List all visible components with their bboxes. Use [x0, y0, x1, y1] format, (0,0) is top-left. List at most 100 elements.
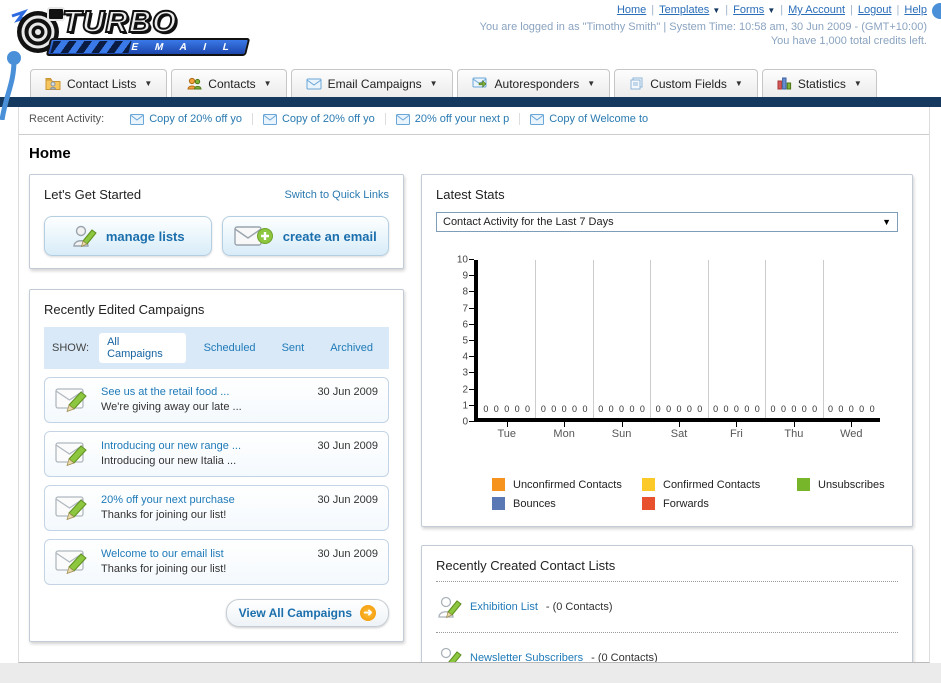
- legend-label: Unconfirmed Contacts: [513, 478, 622, 491]
- nav-link-home[interactable]: Home: [617, 4, 646, 16]
- tab-contacts[interactable]: Contacts ▼: [171, 69, 287, 97]
- x-axis-tick-label: Sat: [670, 428, 688, 440]
- pages-icon: [630, 77, 643, 90]
- tab-custom-fields[interactable]: Custom Fields ▼: [614, 69, 758, 97]
- recently-edited-campaigns-panel: Recently Edited Campaigns SHOW: All Camp…: [29, 289, 404, 642]
- value-label: 0: [744, 404, 750, 414]
- latest-stats-panel: Latest Stats Contact Activity for the La…: [421, 174, 913, 527]
- nav-link-templates[interactable]: Templates: [659, 4, 709, 16]
- value-label: 0: [801, 404, 807, 414]
- get-started-panel: Let's Get Started Switch to Quick Links …: [29, 174, 404, 269]
- x-axis-tick-label: Tue: [497, 428, 516, 440]
- recent-activity-item[interactable]: Copy of Welcome to: [520, 113, 658, 125]
- envelope-pencil-icon: [55, 442, 87, 467]
- x-axis-tick: [736, 422, 738, 427]
- switch-quick-links-link[interactable]: Switch to Quick Links: [284, 189, 389, 201]
- nav-link-help[interactable]: Help: [904, 4, 927, 16]
- y-axis-tick: [469, 388, 474, 390]
- header-right: Home | Templates ▼ | Forms ▼ | My Account | Logo…: [480, 4, 927, 47]
- campaign-title-link[interactable]: 20% off your next purchase: [101, 494, 307, 506]
- y-axis-tick: [469, 340, 474, 341]
- view-all-campaigns-button[interactable]: View All Campaigns ➜: [225, 599, 389, 627]
- nav-link-logout[interactable]: Logout: [858, 4, 892, 16]
- tab-label: Contacts: [208, 76, 256, 91]
- campaign-row[interactable]: 20% off your next purchase Thanks for jo…: [44, 485, 389, 531]
- y-axis-tick-label: 9: [462, 270, 468, 282]
- tab-statistics[interactable]: Statistics ▼: [761, 69, 877, 97]
- campaign-list: See us at the retail food ... We're givi…: [44, 377, 389, 585]
- view-all-campaigns-label: View All Campaigns: [238, 606, 352, 620]
- chart-legend: Unconfirmed Contacts Confirmed Contacts …: [492, 478, 898, 510]
- chevron-down-icon: ▼: [734, 79, 743, 88]
- value-label: 0: [629, 404, 635, 414]
- nav-link-my-account[interactable]: My Account: [788, 4, 845, 16]
- y-axis-tick-label: 10: [456, 254, 468, 266]
- filter-tab-archived[interactable]: Archived: [322, 339, 381, 357]
- legend-item: Bounces: [492, 497, 642, 510]
- main-nav-tabs: Contact Lists ▼ Contacts ▼ Email Campaigns…: [0, 66, 941, 97]
- y-axis-tick-label: 8: [462, 286, 468, 298]
- show-label: SHOW:: [52, 342, 90, 354]
- contact-list-link[interactable]: Exhibition List: [470, 601, 538, 613]
- filter-tab-all-campaigns[interactable]: All Campaigns: [99, 333, 186, 363]
- y-axis-tick-label: 0: [462, 416, 468, 428]
- create-email-button[interactable]: create an email: [221, 216, 389, 256]
- chevron-down-icon: ▼: [882, 217, 891, 227]
- value-label: 0: [619, 404, 625, 414]
- manage-lists-button[interactable]: manage lists: [44, 216, 212, 256]
- chevron-down-icon: ▼: [587, 79, 596, 88]
- tab-email-campaigns[interactable]: Email Campaigns ▼: [290, 69, 453, 97]
- contact-list-row[interactable]: Exhibition List - (0 Contacts): [436, 590, 898, 624]
- stats-dropdown-value: Contact Activity for the Last 7 Days: [443, 216, 614, 228]
- value-label: 0: [608, 404, 614, 414]
- contact-list-count: - (0 Contacts): [591, 652, 658, 663]
- tab-contact-lists[interactable]: Contact Lists ▼: [30, 69, 168, 97]
- envelope-icon: [130, 113, 145, 125]
- x-axis-tick-label: Thu: [784, 428, 804, 440]
- recent-activity-label: Recent Activity:: [29, 113, 105, 125]
- tab-autoresponders[interactable]: Autoresponders ▼: [456, 69, 611, 97]
- legend-item: Forwards: [642, 497, 797, 510]
- value-label: 0: [493, 404, 499, 414]
- value-label: 0: [754, 404, 760, 414]
- legend-swatch: [492, 478, 505, 491]
- legend-item: Unconfirmed Contacts: [492, 478, 642, 491]
- stats-report-dropdown[interactable]: Contact Activity for the Last 7 Days ▼: [436, 212, 898, 232]
- campaign-title-link[interactable]: Welcome to our email list: [101, 548, 307, 560]
- person-pencil-icon: [73, 225, 97, 248]
- campaign-date: 30 Jun 2009: [317, 548, 378, 560]
- contact-list-link[interactable]: Newsletter Subscribers: [470, 652, 583, 662]
- value-label: 0: [827, 404, 833, 414]
- users-icon: [187, 77, 202, 90]
- tab-label: Custom Fields: [650, 76, 727, 91]
- envelope-pencil-icon: [55, 496, 87, 521]
- turbo-email-logo: TURBO E M A I L: [8, 3, 258, 62]
- x-axis-tick-label: Wed: [840, 428, 863, 440]
- contact-list-row[interactable]: Newsletter Subscribers - (0 Contacts): [436, 641, 898, 663]
- legend-label: Forwards: [663, 497, 709, 510]
- value-label: 0: [582, 404, 588, 414]
- value-label: 0: [838, 404, 844, 414]
- y-axis-tick: [469, 372, 474, 374]
- recent-activity-item[interactable]: Copy of 20% off yo: [253, 113, 386, 125]
- value-label: 0: [733, 404, 739, 414]
- decor-blue-dot: [932, 3, 941, 19]
- filter-tab-sent[interactable]: Sent: [274, 339, 313, 357]
- campaign-title-link[interactable]: See us at the retail food ...: [101, 386, 307, 398]
- value-label: 0: [686, 404, 692, 414]
- content-frame: Recent Activity: Copy of 20% off yo Copy…: [18, 107, 930, 663]
- filter-tab-scheduled[interactable]: Scheduled: [196, 339, 264, 357]
- campaign-title-link[interactable]: Introducing our new range ...: [101, 440, 307, 452]
- y-axis-tick-label: 6: [462, 319, 468, 331]
- y-axis-tick-label: 1: [462, 400, 468, 412]
- campaign-row[interactable]: See us at the retail food ... We're givi…: [44, 377, 389, 423]
- recent-activity-item[interactable]: Copy of 20% off yo: [120, 113, 253, 125]
- envelope-pencil-icon: [55, 388, 87, 413]
- nav-link-forms[interactable]: Forms: [733, 4, 764, 16]
- campaign-row[interactable]: Introducing our new range ... Introducin…: [44, 431, 389, 477]
- value-label: 0: [483, 404, 489, 414]
- campaign-row[interactable]: Welcome to our email list Thanks for joi…: [44, 539, 389, 585]
- logo-title: TURBO: [61, 3, 178, 40]
- campaign-subtitle: Thanks for joining our list!: [101, 509, 227, 521]
- recent-activity-item[interactable]: 20% off your next p: [386, 113, 521, 125]
